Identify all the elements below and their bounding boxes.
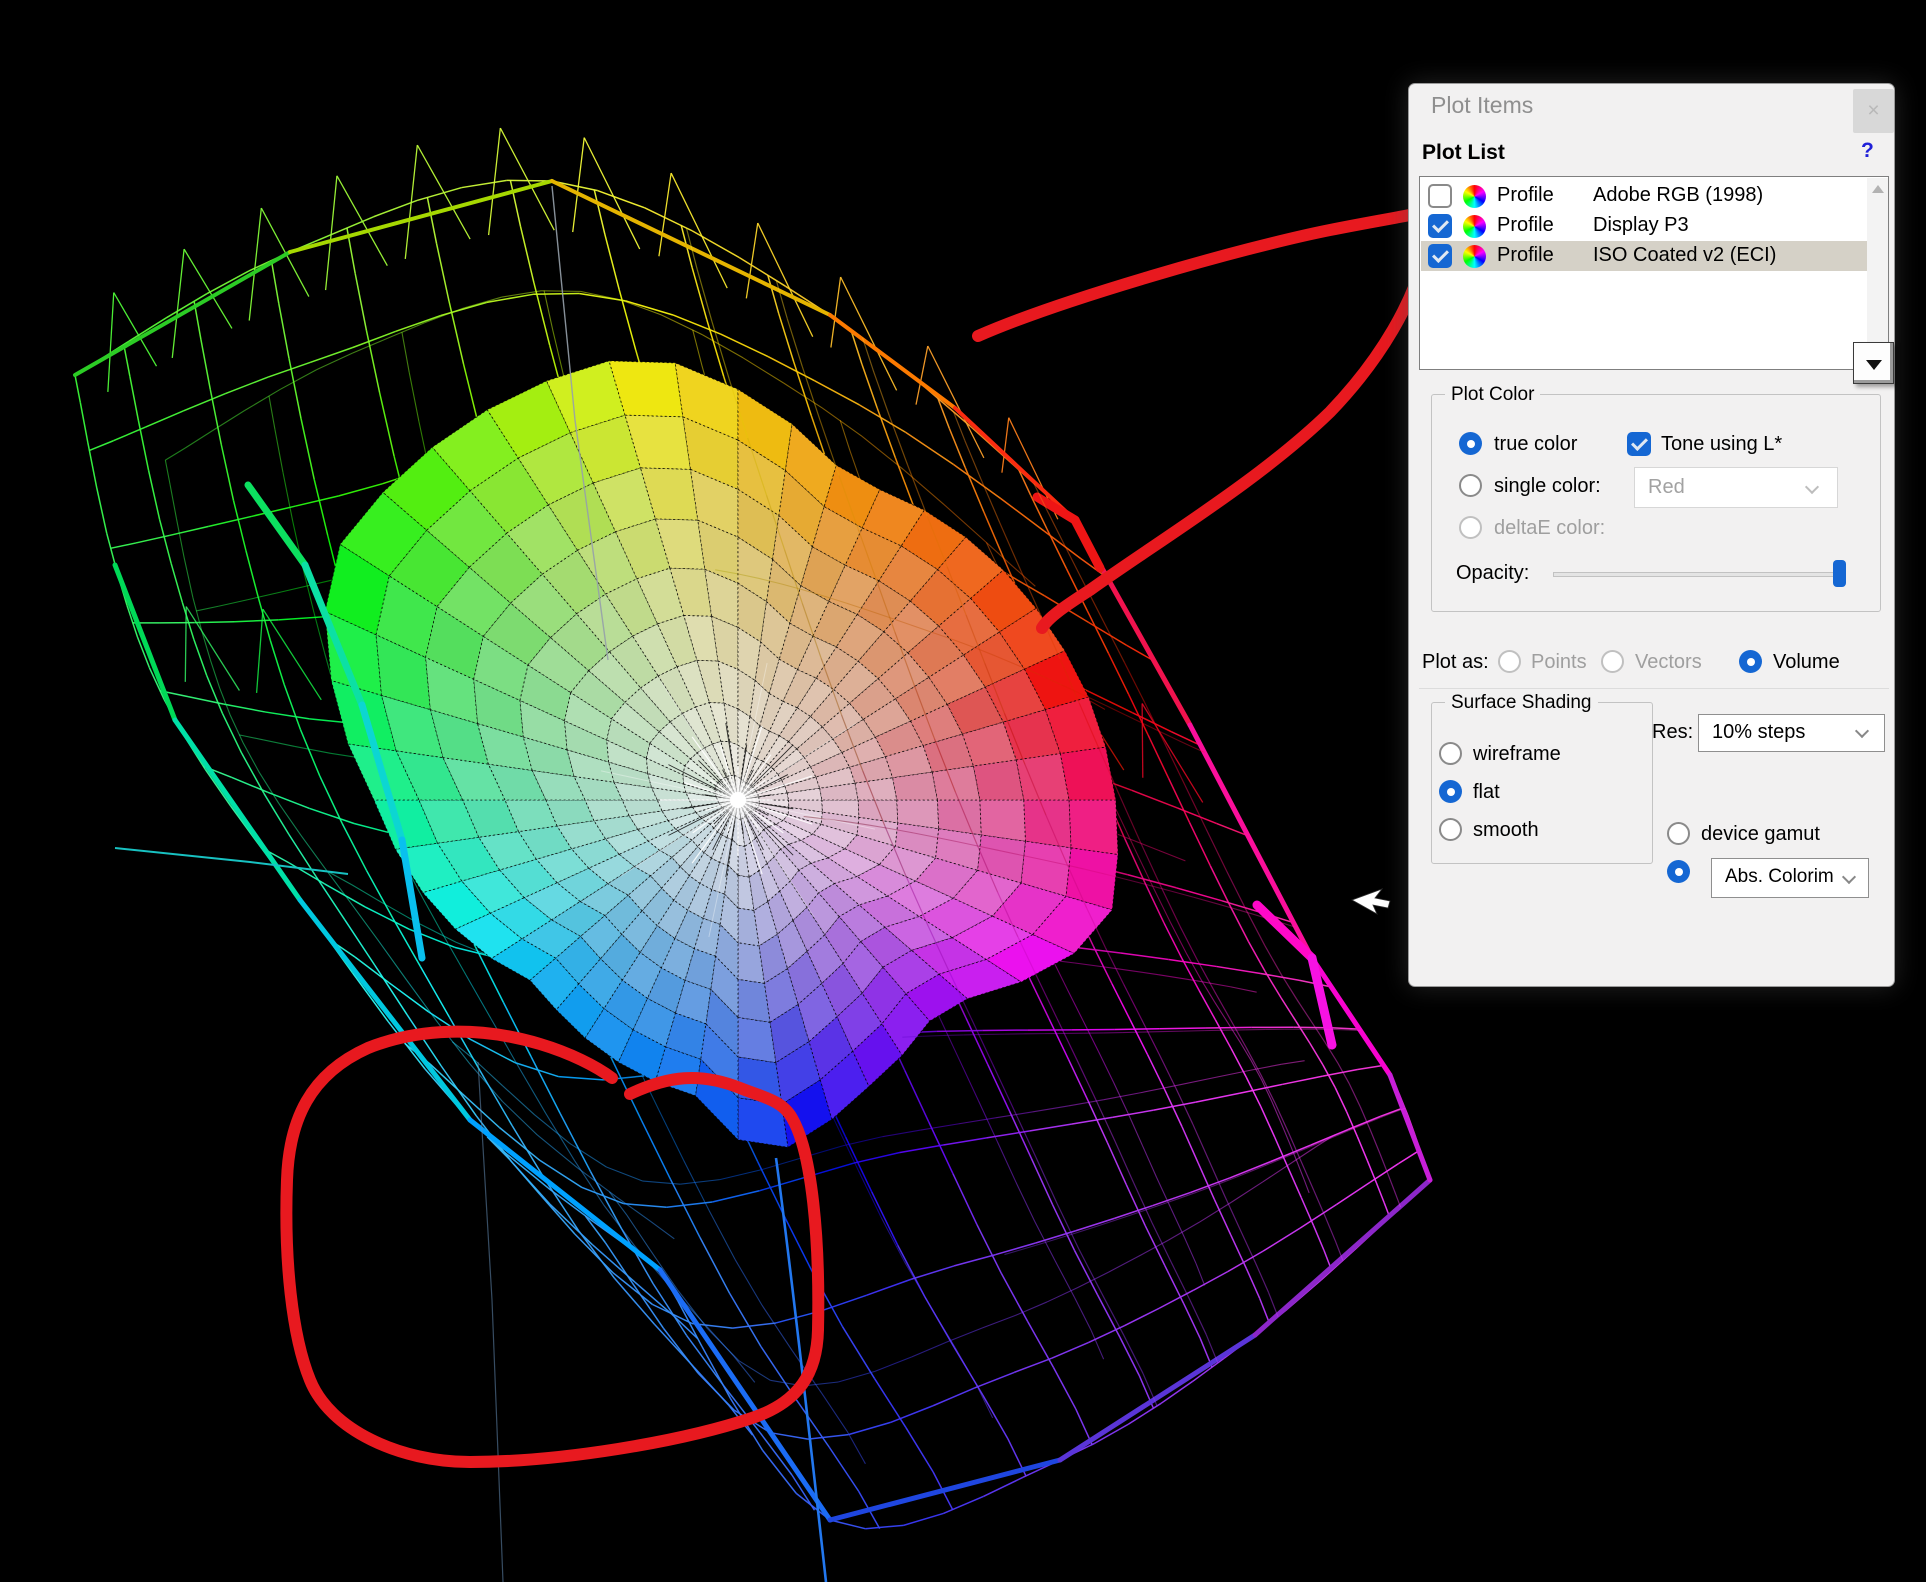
plot-list-row[interactable]: Profile Display P3: [1421, 211, 1867, 241]
section-divider: [1419, 688, 1889, 689]
row-type: Profile: [1497, 184, 1554, 207]
list-dropdown-button[interactable]: [1853, 342, 1894, 384]
deltae-color-label: deltaE color:: [1494, 517, 1605, 540]
plot-list[interactable]: Profile Adobe RGB (1998) Profile Display P3…: [1419, 176, 1889, 370]
plot-as-vectors-label: Vectors: [1635, 651, 1702, 674]
true-color-radio[interactable]: [1459, 432, 1482, 455]
row-profile-name: ISO Coated v2 (ECI): [1593, 244, 1776, 267]
device-gamut-radio[interactable]: [1667, 822, 1690, 845]
row-type: Profile: [1497, 214, 1554, 237]
plot-as-volume-radio[interactable]: [1739, 650, 1762, 673]
dialog-title: Plot Items: [1431, 92, 1533, 119]
opacity-slider-track[interactable]: [1553, 572, 1844, 577]
opacity-label: Opacity:: [1456, 562, 1529, 585]
opacity-slider-handle[interactable]: [1833, 560, 1846, 587]
single-color-value: Red: [1648, 476, 1685, 499]
dropdown-arrow-icon: [1866, 360, 1882, 370]
row-visible-checkbox[interactable]: [1428, 184, 1452, 208]
scroll-up-button[interactable]: [1867, 178, 1888, 200]
res-select[interactable]: 10% steps: [1698, 714, 1885, 752]
plot-as-volume-label: Volume: [1773, 651, 1840, 674]
plot-color-group-label: Plot Color: [1445, 384, 1540, 406]
close-icon[interactable]: ×: [1853, 89, 1894, 133]
device-gamut-label: device gamut: [1701, 823, 1820, 846]
shading-flat-radio[interactable]: [1439, 780, 1462, 803]
shading-smooth-label: smooth: [1473, 819, 1539, 842]
plot-list-header: Plot List: [1422, 141, 1505, 165]
rendering-intent-value: Abs. Colorim: [1725, 866, 1834, 888]
row-visible-checkbox[interactable]: [1428, 244, 1452, 268]
deltae-color-radio[interactable]: [1459, 516, 1482, 539]
row-visible-checkbox[interactable]: [1428, 214, 1452, 238]
plot-as-points-radio[interactable]: [1498, 650, 1521, 673]
scrollbar[interactable]: [1867, 178, 1888, 368]
shading-wireframe-label: wireframe: [1473, 743, 1561, 766]
plot-list-row[interactable]: Profile Adobe RGB (1998): [1421, 181, 1867, 211]
row-type: Profile: [1497, 244, 1554, 267]
res-label: Res:: [1652, 721, 1693, 744]
row-profile-name: Adobe RGB (1998): [1593, 184, 1763, 207]
surface-shading-group-label: Surface Shading: [1445, 692, 1598, 714]
tone-using-l-checkbox[interactable]: [1627, 432, 1651, 456]
color-wheel-icon: [1463, 185, 1486, 208]
surface-shading-group: [1431, 702, 1653, 864]
plot-as-points-label: Points: [1531, 651, 1587, 674]
shading-flat-label: flat: [1473, 781, 1500, 804]
tone-using-l-label: Tone using L*: [1661, 433, 1782, 456]
plot-list-row[interactable]: Profile ISO Coated v2 (ECI): [1421, 241, 1867, 271]
rendering-intent-select[interactable]: Abs. Colorim: [1711, 858, 1869, 898]
application-window: Plot Items × Plot List ? Profile Adobe RG…: [0, 0, 1926, 1582]
shading-wireframe-radio[interactable]: [1439, 742, 1462, 765]
triangle-up-icon: [1872, 185, 1884, 193]
shading-smooth-radio[interactable]: [1439, 818, 1462, 841]
mouse-cursor: [1352, 889, 1390, 914]
single-color-radio[interactable]: [1459, 474, 1482, 497]
chevron-down-icon: [1805, 480, 1819, 494]
color-wheel-icon: [1463, 245, 1486, 268]
chevron-down-icon: [1842, 870, 1856, 884]
plot-as-vectors-radio[interactable]: [1601, 650, 1624, 673]
color-wheel-icon: [1463, 215, 1486, 238]
single-color-label: single color:: [1494, 475, 1601, 498]
plot-as-label: Plot as:: [1422, 651, 1489, 674]
true-color-label: true color: [1494, 433, 1577, 456]
plot-items-dialog: Plot Items × Plot List ? Profile Adobe RG…: [1408, 83, 1895, 987]
help-icon[interactable]: ?: [1861, 139, 1874, 163]
rendering-intent-radio[interactable]: [1667, 860, 1690, 883]
chevron-down-icon: [1855, 724, 1869, 738]
res-value: 10% steps: [1712, 721, 1805, 744]
row-profile-name: Display P3: [1593, 214, 1689, 237]
single-color-select[interactable]: Red: [1634, 467, 1838, 508]
